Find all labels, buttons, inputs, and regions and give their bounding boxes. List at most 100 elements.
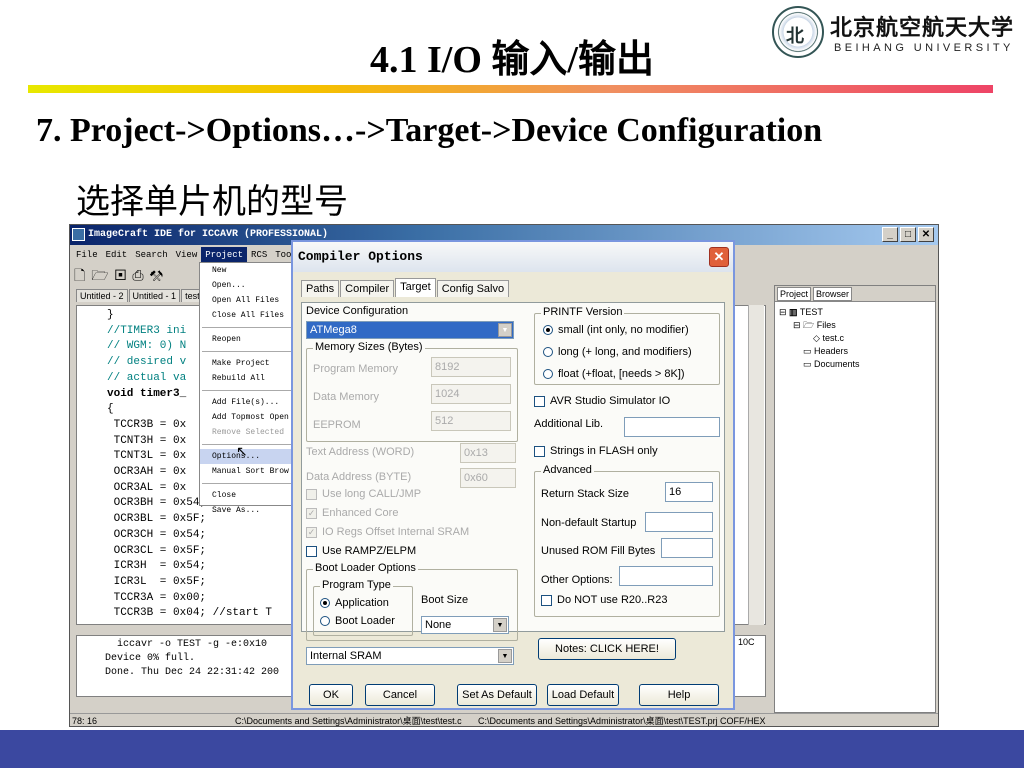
tree-file-test-c[interactable]: ◇ test.c (779, 332, 860, 345)
menu-project[interactable]: Project (201, 247, 248, 263)
unused-rom-label: Unused ROM Fill Bytes (541, 545, 656, 557)
return-stack-field[interactable]: 16 (665, 482, 713, 502)
device-config-label: Device Configuration (306, 305, 409, 317)
tab-untitled-2[interactable]: Untitled - 2 (76, 289, 128, 302)
ok-button[interactable]: OK (309, 684, 353, 706)
help-button[interactable]: Help (639, 684, 719, 706)
tab-untitled-1[interactable]: Untitled - 1 (128, 289, 181, 302)
menu-edit[interactable]: Edit (102, 247, 132, 263)
other-options-field[interactable] (619, 566, 713, 586)
editor-scrollbar[interactable] (748, 305, 764, 625)
radio-printf-long[interactable]: long (+ long, and modifiers) (543, 346, 692, 358)
program-type-group: Program Type Application Boot Loader (313, 579, 413, 636)
data-address-field[interactable]: 0x60 (460, 468, 516, 488)
radio-boot-loader[interactable]: Boot Loader (320, 615, 395, 627)
tab-config-salvo[interactable]: Config Salvo (436, 280, 510, 297)
eeprom-label: EEPROM (313, 419, 361, 431)
tree-root[interactable]: ⊟ ▥ TEST (779, 306, 860, 319)
build-icon[interactable]: ⚒ (150, 267, 169, 283)
data-memory-label: Data Memory (313, 391, 380, 403)
maximize-icon[interactable]: □ (900, 227, 916, 242)
radio-selected-icon (320, 598, 330, 609)
menu-item-save-as[interactable]: Save As... (200, 503, 294, 518)
tab-compiler[interactable]: Compiler (340, 280, 395, 297)
memory-group-label: Memory Sizes (Bytes) (313, 341, 425, 353)
device-select[interactable]: ATMega8 ▼ (306, 321, 514, 339)
check-no-r20[interactable]: Do NOT use R20..R23 (541, 594, 667, 606)
menu-item-add-topmost[interactable]: Add Topmost Open (200, 410, 294, 425)
cancel-button[interactable]: Cancel (365, 684, 435, 706)
mouse-cursor-icon: ↖ (236, 443, 248, 459)
menu-item-close-all[interactable]: Close All Files (200, 308, 294, 323)
tab-paths[interactable]: Paths (301, 280, 340, 297)
menu-search[interactable]: Search (131, 247, 171, 263)
open-folder-icon[interactable]: 🗁 (91, 267, 114, 283)
check-io-regs[interactable]: ✓ IO Regs Offset Internal SRAM (306, 526, 469, 538)
menu-item-new[interactable]: New (200, 263, 294, 278)
menu-item-manual-sort[interactable]: Manual Sort Brow (200, 464, 294, 479)
text-address-field[interactable]: 0x13 (460, 443, 516, 463)
menu-rcs[interactable]: RCS (247, 247, 271, 263)
set-default-button[interactable]: Set As Default (457, 684, 537, 706)
tree-headers[interactable]: ▭ Headers (779, 345, 860, 358)
minimize-icon[interactable]: _ (882, 227, 898, 242)
tree-files[interactable]: ⊟ 🗁 Files (779, 319, 860, 332)
menu-item-open-all[interactable]: Open All Files (200, 293, 294, 308)
print-icon[interactable]: ⎙ (132, 267, 149, 283)
return-stack-label: Return Stack Size (541, 488, 630, 500)
app-icon (72, 228, 85, 241)
radio-selected-icon (543, 325, 553, 336)
check-long-call[interactable]: Use long CALL/JMP (306, 488, 421, 500)
tab-project[interactable]: Project (777, 287, 812, 301)
radio-printf-float[interactable]: float (+float, [needs > 8K]) (543, 368, 685, 380)
check-label: Use long CALL/JMP (322, 488, 422, 500)
boot-size-value: None (425, 619, 452, 631)
menu-view[interactable]: View (172, 247, 202, 263)
menu-item-reopen[interactable]: Reopen (200, 332, 294, 347)
radio-icon (320, 616, 330, 627)
output-tail: 10C (738, 637, 755, 647)
menu-item-rebuild[interactable]: Rebuild All (200, 371, 294, 386)
check-avr-studio[interactable]: AVR Studio Simulator IO (534, 395, 670, 407)
menu-item-close[interactable]: Close (200, 488, 294, 503)
radio-label: long (+ long, and modifiers) (558, 346, 692, 358)
tree-documents[interactable]: ▭ Documents (779, 358, 860, 371)
unused-rom-field[interactable] (661, 538, 713, 558)
check-rampz[interactable]: Use RAMPZ/ELPM (306, 545, 416, 557)
radio-printf-small[interactable]: small (int only, no modifier) (543, 324, 689, 336)
tab-target[interactable]: Target (395, 278, 436, 297)
tab-browser[interactable]: Browser (813, 287, 853, 301)
radio-icon (543, 369, 553, 380)
menu-file[interactable]: File (72, 247, 102, 263)
check-enhanced-core[interactable]: ✓ Enhanced Core (306, 507, 398, 519)
checkbox-icon (306, 488, 317, 500)
eeprom-field[interactable]: 512 (431, 411, 511, 431)
project-panel: Project Browser ⊟ ▥ TEST ⊟ 🗁 Files ◇ test… (774, 285, 936, 713)
additional-lib-field[interactable] (624, 417, 720, 437)
sram-select[interactable]: Internal SRAM ▼ (306, 647, 514, 665)
printf-label: PRINTF Version (541, 306, 625, 318)
status-path-project: C:\Documents and Settings\Administrator\… (478, 716, 718, 726)
printf-group: PRINTF Version small (int only, no modif… (534, 306, 720, 385)
data-memory-field[interactable]: 1024 (431, 384, 511, 404)
menu-item-add-files[interactable]: Add File(s)... (200, 395, 294, 410)
load-default-button[interactable]: Load Default (547, 684, 619, 706)
save-icon[interactable]: ▣ (115, 267, 133, 283)
menu-item-make[interactable]: Make Project (200, 356, 294, 371)
close-icon[interactable]: ✕ (918, 227, 934, 242)
advanced-group: Advanced Return Stack Size 16 Non-defaul… (534, 464, 720, 617)
toolbar: 🗋🗁▣⎙⚒ (74, 265, 169, 289)
data-address-label: Data Address (BYTE) (306, 471, 412, 483)
new-file-icon[interactable]: 🗋 (74, 267, 91, 283)
dialog-close-icon[interactable]: ✕ (709, 247, 729, 267)
radio-application[interactable]: Application (320, 597, 389, 609)
check-strings-flash[interactable]: Strings in FLASH only (534, 445, 658, 457)
menu-item-remove-selected[interactable]: Remove Selected (200, 425, 294, 440)
boot-size-select[interactable]: None ▼ (421, 616, 509, 634)
notes-button[interactable]: Notes: CLICK HERE! (538, 638, 676, 660)
chevron-down-icon: ▼ (498, 649, 512, 663)
program-memory-field[interactable]: 8192 (431, 357, 511, 377)
menu-item-open[interactable]: Open... (200, 278, 294, 293)
non-default-startup-field[interactable] (645, 512, 713, 532)
ide-title: ImageCraft IDE for ICCAVR (PROFESSIONAL) (88, 229, 329, 240)
